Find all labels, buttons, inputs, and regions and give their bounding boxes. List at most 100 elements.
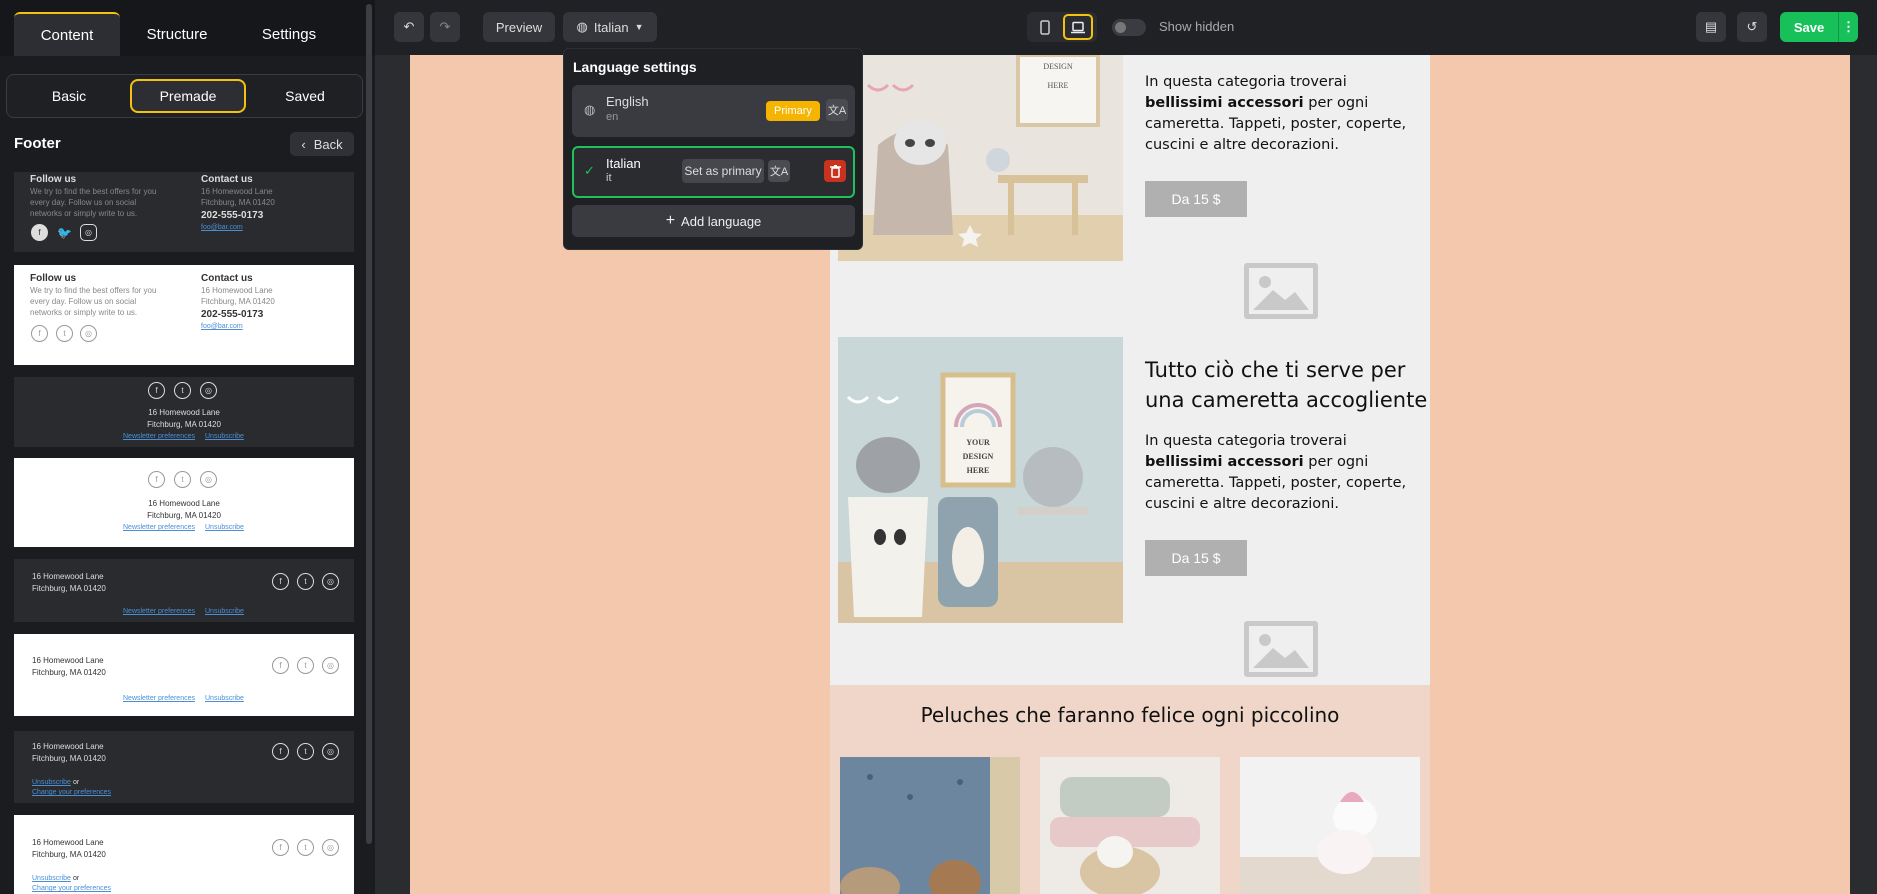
- newsletter-link: Newsletter preferences: [123, 524, 195, 531]
- phone: 202-555-0173: [201, 309, 264, 320]
- sidebar: Content Structure Settings Basic Premade…: [0, 0, 375, 894]
- desktop-view-button[interactable]: [1063, 14, 1093, 40]
- image-placeholder-icon[interactable]: [1244, 621, 1318, 677]
- plush-section-title[interactable]: Peluches che faranno felice ogni piccoli…: [830, 703, 1430, 727]
- contact-title: Contact us: [201, 273, 253, 284]
- poster-text-here: HERE: [967, 466, 990, 475]
- comments-button[interactable]: ▤: [1696, 12, 1726, 42]
- tab-settings[interactable]: Settings: [237, 12, 341, 56]
- follow-text-3: networks or simply write to us.: [30, 209, 138, 218]
- laptop-icon: [1071, 21, 1085, 33]
- language-row-italian[interactable]: ✓ Italian it Set as primary 文A: [572, 146, 855, 198]
- subtab-premade[interactable]: Premade: [130, 79, 246, 113]
- caret-down-icon: ▼: [634, 22, 644, 32]
- title-line-2: una cameretta accogliente: [1145, 388, 1428, 412]
- footer-template-8[interactable]: 16 Homewood Lane Fitchburg, MA 01420 f t…: [14, 815, 354, 894]
- newsletter-link: Newsletter preferences: [123, 695, 195, 702]
- undo-button[interactable]: ↶: [394, 12, 424, 42]
- footer-template-2[interactable]: Follow us We try to find the best offers…: [14, 265, 354, 365]
- footer-template-4[interactable]: f t ◎ 16 Homewood Lane Fitchburg, MA 014…: [14, 458, 354, 547]
- address-line-1: 16 Homewood Lane: [201, 286, 273, 295]
- para-line-4: cuscini e altre decorazioni.: [1145, 496, 1340, 512]
- address-line-2: Fitchburg, MA 01420: [32, 754, 106, 763]
- history-button[interactable]: ↺: [1737, 12, 1767, 42]
- save-label: Save: [1793, 19, 1825, 35]
- redo-button[interactable]: ↷: [430, 12, 460, 42]
- globe-icon: ◍: [576, 19, 588, 34]
- language-row-english[interactable]: ◍ English en Primary 文A: [572, 85, 855, 137]
- unsubscribe-link: Unsubscribe: [205, 433, 244, 440]
- instagram-icon: ◎: [80, 224, 97, 241]
- language-name: English: [606, 94, 649, 109]
- follow-text-2: every day. Follow us on social: [30, 198, 137, 207]
- subtab-saved[interactable]: Saved: [252, 79, 358, 113]
- subtab-basic[interactable]: Basic: [13, 79, 125, 113]
- address-line-1: 16 Homewood Lane: [32, 838, 104, 847]
- image-icon: [1253, 276, 1309, 310]
- add-language-button[interactable]: + Add language: [572, 205, 855, 237]
- facebook-icon: f: [272, 657, 289, 674]
- section-title: Footer: [14, 135, 61, 152]
- set-as-primary-button[interactable]: Set as primary: [682, 159, 764, 183]
- mobile-icon: [1040, 19, 1050, 35]
- nursery-photo-2[interactable]: YOUR DESIGN HERE: [838, 337, 1123, 623]
- address-line-1: 16 Homewood Lane: [148, 408, 220, 417]
- footer-template-5[interactable]: 16 Homewood Lane Fitchburg, MA 01420 f t…: [14, 559, 354, 622]
- trash-icon: [829, 164, 841, 178]
- check-icon: ✓: [584, 163, 595, 178]
- add-language-label: Add language: [681, 213, 762, 229]
- cta-button-1[interactable]: Da 15 $: [1145, 181, 1247, 217]
- address-line-1: 16 Homewood Lane: [32, 572, 104, 581]
- save-button[interactable]: Save ⋮: [1780, 12, 1858, 42]
- instagram-icon: ◎: [200, 382, 217, 399]
- follow-text-1: We try to find the best offers for you: [30, 187, 157, 196]
- image-placeholder-icon[interactable]: [1244, 263, 1318, 319]
- translate-button[interactable]: 文A: [768, 160, 790, 182]
- plus-icon: +: [665, 212, 676, 229]
- facebook-icon: f: [148, 471, 165, 488]
- instagram-icon: ◎: [200, 471, 217, 488]
- unsubscribe-link: Unsubscribe: [205, 695, 244, 702]
- plush-photo-2[interactable]: [1040, 757, 1220, 894]
- address-line-2: Fitchburg, MA 01420: [32, 668, 106, 677]
- poster-text-here: HERE: [1048, 81, 1069, 90]
- plush-photo-1[interactable]: [840, 757, 1020, 894]
- back-label: Back: [313, 136, 343, 152]
- address-line-2: Fitchburg, MA 01420: [32, 584, 106, 593]
- tab-content[interactable]: Content: [14, 12, 120, 56]
- primary-badge: Primary: [766, 101, 820, 121]
- poster-text-your: YOUR: [966, 438, 990, 447]
- language-dropdown[interactable]: ◍ Italian ▼: [563, 12, 657, 42]
- language-code: it: [606, 172, 612, 184]
- translate-icon: 文A: [769, 166, 789, 178]
- block2-title[interactable]: Tutto ciò che ti serve per una cameretta…: [1145, 355, 1427, 415]
- nursery-photo-1[interactable]: DESIGN HERE: [838, 55, 1123, 261]
- delete-language-button[interactable]: [824, 160, 846, 182]
- block2-paragraph[interactable]: In questa categoria troverai bellissimi …: [1145, 431, 1420, 515]
- redo-icon: ↷: [439, 19, 451, 34]
- block1-paragraph[interactable]: In questa categoria troverai bellissimi …: [1145, 72, 1420, 156]
- globe-icon: ◍: [584, 102, 596, 117]
- tab-structure[interactable]: Structure: [127, 12, 227, 56]
- email-link: foo@bar.com: [201, 224, 243, 231]
- sidebar-scrollbar[interactable]: [366, 4, 372, 844]
- plush-photo-3[interactable]: [1240, 757, 1420, 894]
- para-line-2: bellissimi accessori per ogni: [1145, 452, 1420, 473]
- translate-button[interactable]: 文A: [826, 99, 848, 121]
- mobile-view-button[interactable]: [1033, 16, 1057, 38]
- cta-button-2[interactable]: Da 15 $: [1145, 540, 1247, 576]
- back-button[interactable]: ‹ Back: [290, 132, 354, 156]
- footer-template-7[interactable]: 16 Homewood Lane Fitchburg, MA 01420 f t…: [14, 731, 354, 803]
- block-type-tabs: Basic Premade Saved: [6, 74, 363, 118]
- more-vertical-icon[interactable]: ⋮: [1838, 12, 1858, 42]
- footer-template-1[interactable]: Follow us We try to find the best offers…: [14, 172, 354, 252]
- twitter-icon: t: [56, 325, 73, 342]
- para-line-4: cuscini e altre decorazioni.: [1145, 137, 1340, 153]
- footer-template-6[interactable]: 16 Homewood Lane Fitchburg, MA 01420 f t…: [14, 634, 354, 716]
- instagram-icon: ◎: [322, 743, 339, 760]
- preview-button[interactable]: Preview: [483, 12, 555, 42]
- show-hidden-toggle[interactable]: [1112, 19, 1146, 36]
- contact-title: Contact us: [201, 174, 253, 185]
- nursery-image-2: YOUR DESIGN HERE: [838, 337, 1123, 623]
- footer-template-3[interactable]: f t ◎ 16 Homewood Lane Fitchburg, MA 014…: [14, 377, 354, 447]
